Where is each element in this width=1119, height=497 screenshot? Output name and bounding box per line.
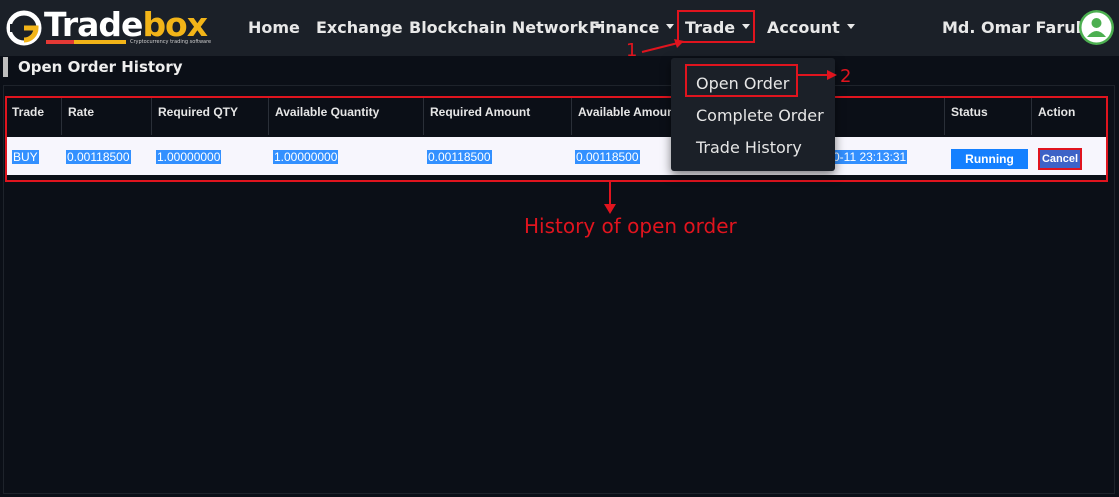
annotation-step-2: 2 <box>840 66 852 87</box>
logo-underline <box>46 40 126 44</box>
menu-item-trade-history[interactable]: Trade History <box>696 138 802 157</box>
brand-tagline: Cryptocurrency trading software <box>130 39 212 45</box>
annotation-arrow-caption <box>604 182 616 214</box>
chevron-down-icon <box>846 24 855 29</box>
annotation-arrow-1 <box>641 39 684 53</box>
page-title: Open Order History <box>3 57 183 77</box>
annotation-arrow-2 <box>797 70 837 80</box>
annotation-trade-highlight <box>677 10 755 43</box>
nav-home[interactable]: Home <box>248 18 300 37</box>
menu-item-complete-order[interactable]: Complete Order <box>696 106 824 125</box>
nav-account[interactable]: Account <box>767 18 855 37</box>
user-name[interactable]: Md. Omar Faruk <box>942 18 1086 37</box>
logo-mark-icon <box>6 10 42 46</box>
annotation-table-highlight <box>5 96 1108 182</box>
nav-finance[interactable]: Finance <box>589 18 675 37</box>
chevron-down-icon <box>666 24 675 29</box>
annotation-open-order-highlight <box>685 64 798 97</box>
user-icon <box>1081 12 1112 43</box>
user-avatar-icon[interactable] <box>1079 10 1114 45</box>
nav-blockchain-network[interactable]: Blockchain Network <box>409 18 604 37</box>
brand-logo[interactable]: Tradebox Cryptocurrency trading software <box>6 5 212 48</box>
top-navbar: Tradebox Cryptocurrency trading software… <box>0 0 1119 56</box>
nav-exchange[interactable]: Exchange <box>316 18 403 37</box>
annotation-caption: History of open order <box>524 214 737 238</box>
